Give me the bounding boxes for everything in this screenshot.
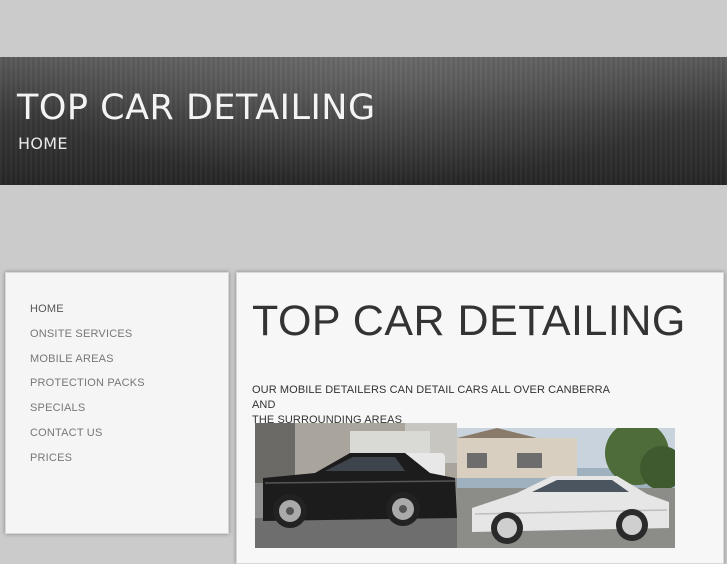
sidebar-item-protection-packs[interactable]: PROTECTION PACKS — [30, 374, 145, 399]
main-content: TOP CAR DETAILING OUR MOBILE DETAILERS C… — [236, 272, 724, 564]
sidebar-item-prices[interactable]: PRICES — [30, 449, 145, 474]
silver-sedan-photo — [457, 428, 675, 548]
sidebar-item-mobile-areas[interactable]: MOBILE AREAS — [30, 350, 145, 375]
sidebar-item-contact-us[interactable]: CONTACT US — [30, 424, 145, 449]
page-subtitle: HOME — [18, 134, 68, 153]
sidebar-item-onsite-services[interactable]: ONSITE SERVICES — [30, 325, 145, 350]
intro-line-1: OUR MOBILE DETAILERS CAN DETAIL CARS ALL… — [252, 384, 610, 411]
site-title[interactable]: TOP CAR DETAILING — [17, 88, 376, 128]
black-ute-photo — [255, 423, 457, 548]
sidebar-item-home[interactable]: HOME — [30, 300, 145, 325]
sidebar: HOME ONSITE SERVICES MOBILE AREAS PROTEC… — [5, 272, 229, 534]
sidebar-nav: HOME ONSITE SERVICES MOBILE AREAS PROTEC… — [30, 300, 145, 474]
sidebar-item-specials[interactable]: SPECIALS — [30, 399, 145, 424]
intro-text: OUR MOBILE DETAILERS CAN DETAIL CARS ALL… — [252, 383, 632, 428]
content-title: TOP CAR DETAILING — [252, 297, 686, 345]
